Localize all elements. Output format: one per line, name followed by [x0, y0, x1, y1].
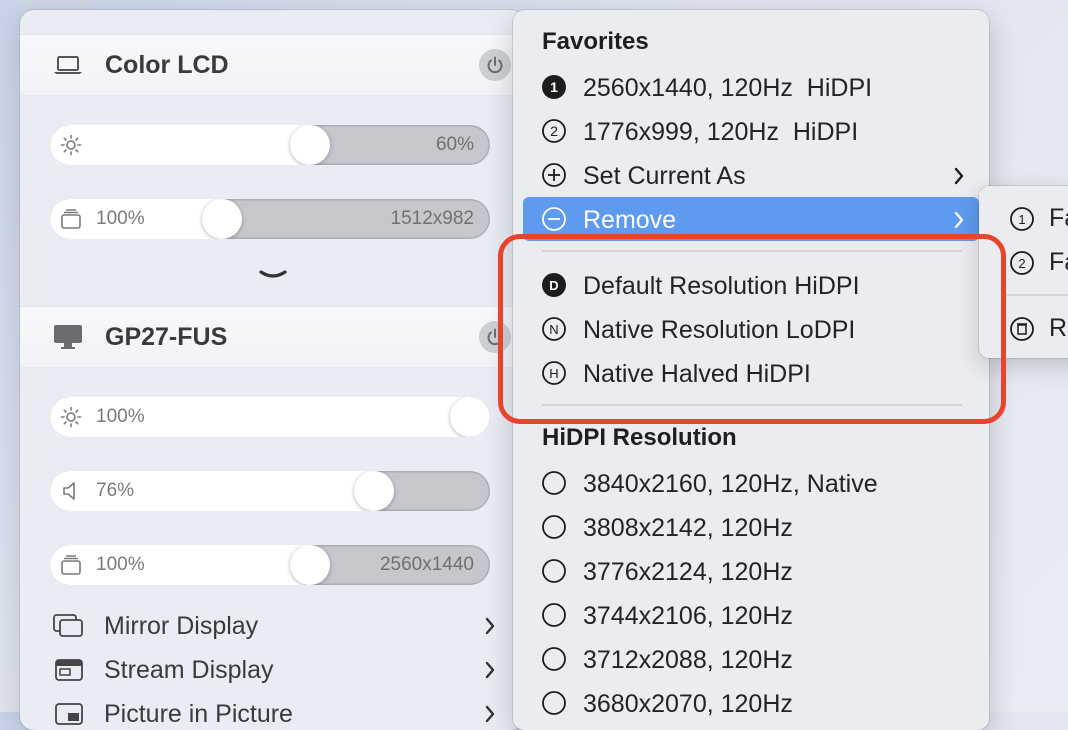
- chevron-right-icon: [485, 705, 495, 723]
- submenu-separator: [1005, 294, 1068, 296]
- favorite-item-1[interactable]: 1 2560x1440, 120Hz HiDPI: [523, 65, 979, 109]
- slider-knob[interactable]: [202, 199, 242, 239]
- hidpi-resolution-item[interactable]: 3840x2160, 120Hz, Native: [523, 461, 979, 505]
- menu-item-label: Remove: [583, 206, 677, 234]
- radio-circle-icon: [542, 471, 566, 495]
- hidpi-resolution-item[interactable]: 3680x2070, 120Hz: [523, 681, 979, 725]
- laptop-icon: [54, 56, 82, 74]
- menu-item-label: Picture in Picture: [104, 700, 293, 728]
- menu-item-label: 3840x2160, 120Hz, Native: [583, 470, 878, 498]
- number-1-filled-icon: 1: [542, 75, 566, 99]
- hidpi-resolution-item[interactable]: 3776x2124, 120Hz: [523, 549, 979, 593]
- brightness-slider[interactable]: 60%: [50, 125, 490, 165]
- number-2-outline-icon: 2: [542, 119, 566, 143]
- volume-value: 76%: [96, 480, 135, 501]
- brightness-slider[interactable]: 100%: [50, 397, 490, 437]
- favorites-header: Favorites: [542, 28, 649, 55]
- stacked-windows-icon: [61, 555, 81, 575]
- submenu-item-label: Fa: [1049, 204, 1068, 232]
- resolution-slider[interactable]: 100% 1512x982: [50, 199, 490, 239]
- svg-text:2: 2: [1018, 256, 1025, 271]
- svg-text:2: 2: [550, 123, 558, 139]
- submenu-item-label: Fa: [1049, 248, 1068, 276]
- slider-fill: [50, 545, 310, 585]
- display-header-color-lcd: Color LCD: [20, 34, 525, 96]
- radio-circle-icon: [542, 603, 566, 627]
- display-name: GP27-FUS: [105, 323, 228, 351]
- scale-value: 100%: [96, 208, 145, 229]
- menu-item-label: 3744x2106, 120Hz: [583, 602, 793, 630]
- speaker-icon: [63, 482, 75, 500]
- radio-circle-icon: [542, 647, 566, 671]
- number-1-outline-icon: 1: [1010, 207, 1034, 231]
- power-icon: [487, 56, 503, 74]
- brightness-value: 60%: [435, 134, 474, 155]
- power-button[interactable]: [479, 49, 511, 81]
- resolution-value: 2560x1440: [379, 554, 474, 575]
- chevron-down-icon[interactable]: [258, 268, 288, 284]
- volume-slider[interactable]: 76%: [50, 471, 490, 511]
- radio-circle-icon: [542, 515, 566, 539]
- display-header-gp27: GP27-FUS: [20, 306, 525, 368]
- menu-item-label: 3776x2124, 120Hz: [583, 558, 793, 586]
- sun-icon: [60, 134, 82, 156]
- monitor-icon: [54, 325, 82, 349]
- slider-knob[interactable]: [290, 545, 330, 585]
- menu-item-label: 3808x2142, 120Hz: [583, 514, 793, 542]
- menu-item-label: 1776x999, 120Hz HiDPI: [583, 118, 859, 146]
- scale-value: 100%: [96, 554, 145, 575]
- slider-fill: [50, 125, 310, 165]
- display-control-panel: Color LCD 60% 100% 1512x982 GP27-FUS 100…: [20, 10, 525, 730]
- submenu-item-label: Re: [1049, 314, 1068, 342]
- slider-knob[interactable]: [290, 125, 330, 165]
- svg-text:1: 1: [550, 79, 558, 95]
- minus-circle-icon: [542, 207, 566, 231]
- hidpi-header: HiDPI Resolution: [542, 424, 737, 451]
- menu-item-label: Mirror Display: [104, 612, 259, 640]
- hidpi-resolution-item[interactable]: 3808x2142, 120Hz: [523, 505, 979, 549]
- menu-item-label: 3712x2088, 120Hz: [583, 646, 793, 674]
- mirror-display-icon: [53, 614, 83, 637]
- radio-circle-icon: [542, 559, 566, 583]
- stream-display-icon: [55, 659, 83, 681]
- stacked-windows-icon: [61, 209, 81, 229]
- annotation-highlight-box: [498, 234, 1006, 424]
- slider-knob[interactable]: [450, 397, 490, 437]
- picture-in-picture-icon: [55, 703, 83, 725]
- sun-icon: [60, 406, 82, 428]
- resolution-value: 1512x982: [390, 208, 474, 229]
- trash-icon: [1010, 317, 1034, 341]
- menu-item-label: Stream Display: [104, 656, 274, 684]
- number-2-outline-icon: 2: [1010, 251, 1034, 275]
- chevron-right-icon: [485, 617, 495, 635]
- slider-knob[interactable]: [354, 471, 394, 511]
- brightness-value: 100%: [96, 406, 145, 427]
- radio-circle-icon: [542, 691, 566, 715]
- window-tab: [20, 0, 92, 8]
- mirror-display-item[interactable]: Mirror Display: [50, 606, 500, 646]
- menu-item-label: Set Current As: [583, 162, 746, 190]
- picture-in-picture-item[interactable]: Picture in Picture: [50, 694, 500, 730]
- remove-favorite-1[interactable]: 1 Fa: [979, 198, 1068, 238]
- set-current-as-item[interactable]: Set Current As: [523, 153, 979, 197]
- menu-item-label: 2560x1440, 120Hz HiDPI: [583, 74, 873, 102]
- chevron-right-icon: [954, 167, 964, 185]
- display-name: Color LCD: [105, 51, 229, 79]
- plus-circle-icon: [542, 163, 566, 187]
- stream-display-item[interactable]: Stream Display: [50, 650, 500, 690]
- chevron-right-icon: [954, 211, 964, 229]
- svg-text:1: 1: [1018, 212, 1025, 227]
- menu-item-label: 3680x2070, 120Hz: [583, 690, 793, 718]
- resolution-slider[interactable]: 100% 2560x1440: [50, 545, 490, 585]
- hidpi-resolution-item[interactable]: 3744x2106, 120Hz: [523, 593, 979, 637]
- hidpi-resolution-item[interactable]: 3712x2088, 120Hz: [523, 637, 979, 681]
- chevron-right-icon: [485, 661, 495, 679]
- favorite-item-2[interactable]: 2 1776x999, 120Hz HiDPI: [523, 109, 979, 153]
